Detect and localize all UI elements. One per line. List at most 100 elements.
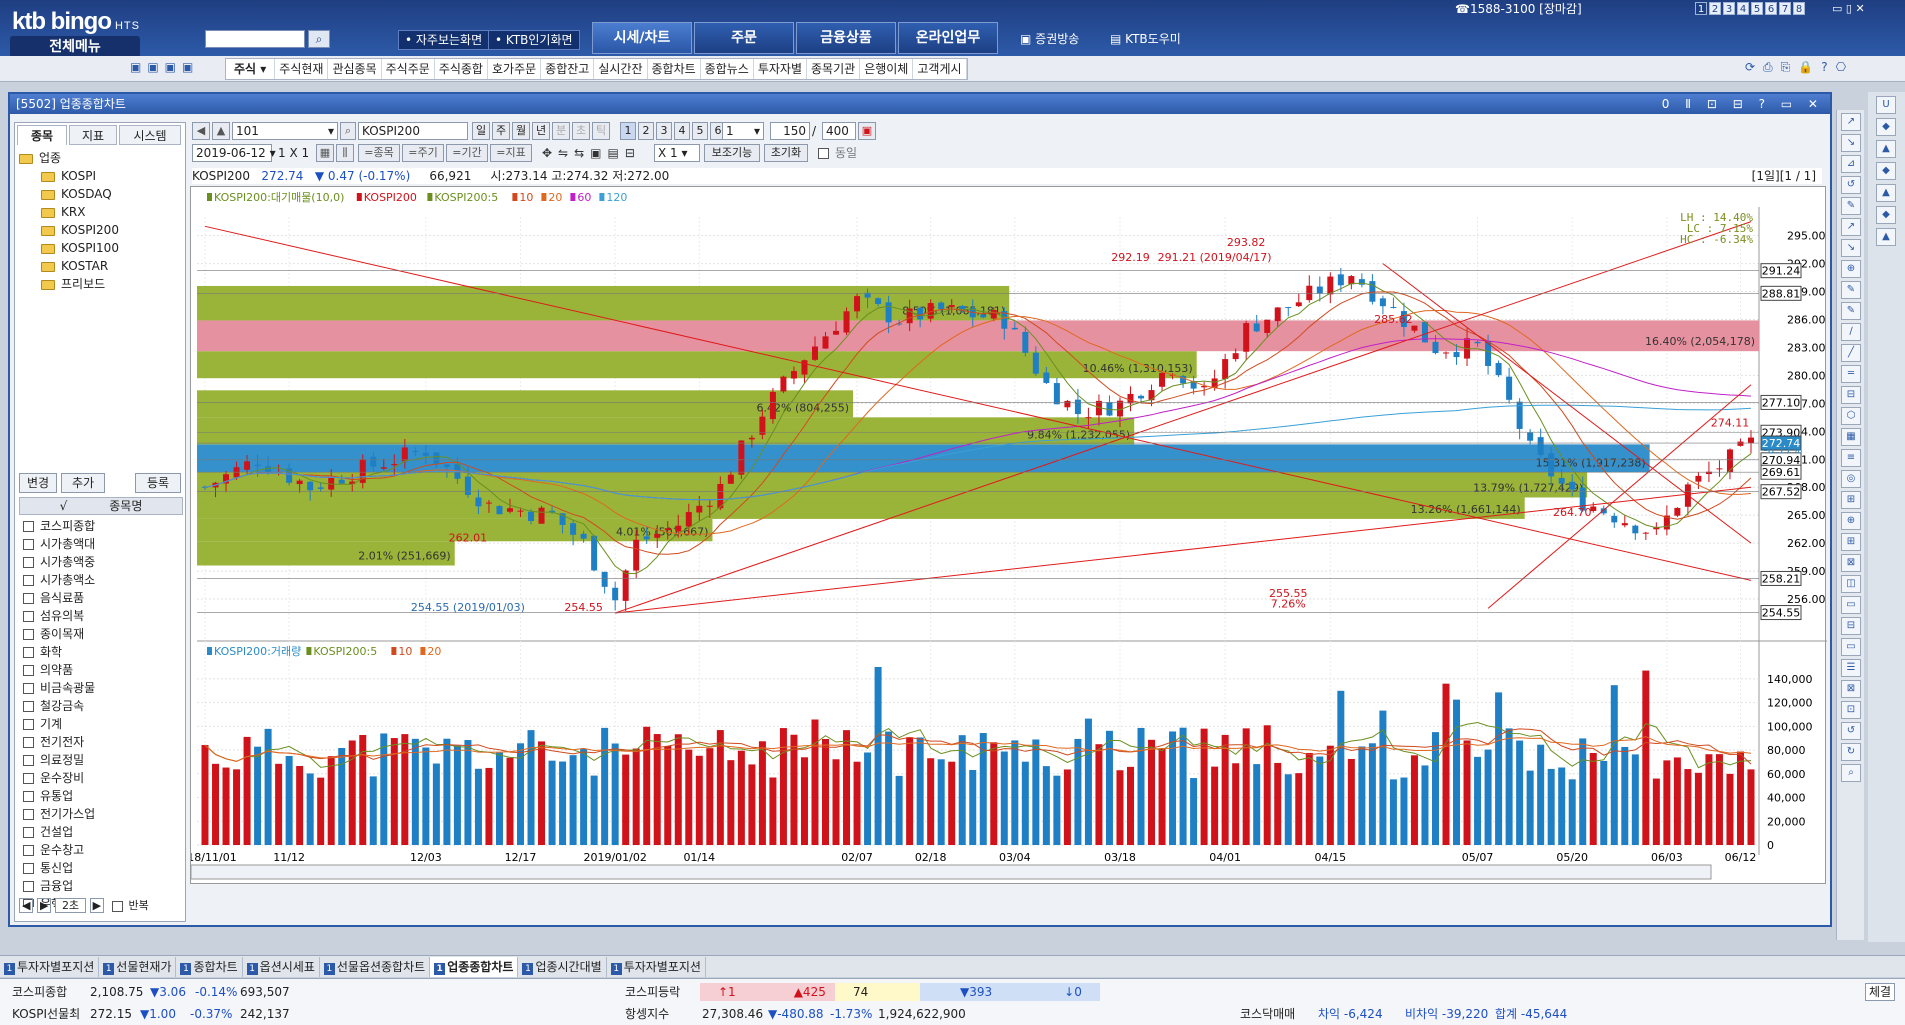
tree-folder[interactable]: KOSTAR bbox=[19, 257, 119, 275]
item-checkbox[interactable] bbox=[23, 845, 34, 856]
list-item[interactable]: 운수창고 bbox=[19, 841, 183, 859]
page-button-3[interactable]: 3 bbox=[1723, 2, 1735, 15]
screen-tab[interactable]: 1 종합차트 bbox=[176, 957, 243, 977]
tab-indicator[interactable]: 지표 bbox=[69, 125, 117, 145]
toolbar-right-icons[interactable]: ⟳⎙⎘🔒?⎔ bbox=[1745, 60, 1854, 75]
quick-item[interactable]: 주식 ▾ bbox=[226, 59, 276, 79]
tab-system[interactable]: 시스템 bbox=[119, 125, 181, 145]
period-button[interactable]: 초 bbox=[572, 122, 590, 140]
unit-button[interactable]: 4 bbox=[674, 122, 690, 140]
nav-tab-products[interactable]: 금융상품 bbox=[796, 22, 896, 54]
reset-button[interactable]: 초기화 bbox=[764, 144, 808, 162]
period-button[interactable]: 주 bbox=[492, 122, 510, 140]
drawing-tool-icon[interactable]: ▭ bbox=[1841, 596, 1861, 614]
item-checkbox[interactable] bbox=[23, 719, 34, 730]
list-item[interactable]: 기계 bbox=[19, 715, 183, 733]
search-icon[interactable]: ⌕ bbox=[308, 30, 330, 48]
tree-folder[interactable]: KOSPI bbox=[19, 167, 119, 185]
drawing-tool-icon[interactable]: ☰ bbox=[1841, 659, 1861, 677]
drawing-tool-icon[interactable]: ↺ bbox=[1841, 176, 1861, 194]
drawing-tool-icon[interactable]: ⊠ bbox=[1841, 554, 1861, 572]
list-item[interactable]: 시가총액중 bbox=[19, 553, 183, 571]
drawing-tool-icon[interactable]: ◫ bbox=[1841, 575, 1861, 593]
drawing-tool-icon[interactable]: ↘ bbox=[1841, 134, 1861, 152]
drawing-tool-icon[interactable]: ↺ bbox=[1841, 722, 1861, 740]
drawing-tool-icon[interactable]: ⊕ bbox=[1841, 512, 1861, 530]
period-button[interactable]: 월 bbox=[512, 122, 530, 140]
tree-folder[interactable]: 프리보드 bbox=[19, 275, 119, 293]
list-item[interactable]: 운수장비 bbox=[19, 769, 183, 787]
tree-root[interactable]: 업종 bbox=[19, 149, 119, 167]
drawing-tool-icon[interactable]: ▭ bbox=[1841, 638, 1861, 656]
repeat-checkbox[interactable] bbox=[111, 900, 123, 912]
search-icon[interactable]: ⌕ bbox=[340, 122, 356, 140]
prev-icon[interactable]: ◀ bbox=[19, 898, 34, 913]
list-item[interactable]: 유통업 bbox=[19, 787, 183, 805]
list-item[interactable]: 시가총액대 bbox=[19, 535, 183, 553]
item-checkbox[interactable] bbox=[23, 701, 34, 712]
code-input[interactable]: 101 ▾ bbox=[232, 122, 338, 140]
item-checkbox[interactable] bbox=[23, 863, 34, 874]
list-item[interactable]: 종이목재 bbox=[19, 625, 183, 643]
save-icon[interactable]: ▣ bbox=[858, 122, 876, 140]
tree-folder[interactable]: KOSPI200 bbox=[19, 221, 119, 239]
item-checkbox[interactable] bbox=[23, 737, 34, 748]
list-item[interactable]: 섬유의복 bbox=[19, 607, 183, 625]
drawing-tool-icon[interactable]: ⊡ bbox=[1841, 701, 1861, 719]
nav-tab-quote-chart[interactable]: 시세/차트 bbox=[592, 22, 692, 54]
drawing-tool-icon[interactable]: ═ bbox=[1841, 365, 1861, 383]
prev-stock-icon[interactable]: ◀ bbox=[192, 122, 210, 140]
page-button-4[interactable]: 4 bbox=[1737, 2, 1749, 15]
item-checkbox[interactable] bbox=[23, 575, 34, 586]
tab-stock[interactable]: 종목 bbox=[17, 125, 67, 145]
unit-button[interactable]: 5 bbox=[692, 122, 708, 140]
quick-item[interactable]: 관심종목 bbox=[328, 59, 382, 79]
list-item[interactable]: 코스피종합 bbox=[19, 517, 183, 535]
sync-check[interactable]: 동일 bbox=[814, 144, 857, 162]
item-checkbox[interactable] bbox=[23, 827, 34, 838]
sync-button[interactable]: =기간 bbox=[446, 144, 488, 162]
drawing-tool-icon[interactable]: ∕ bbox=[1841, 323, 1861, 341]
favorite-screens-button[interactable]: • 자주보는화면 bbox=[398, 30, 490, 50]
helper-link[interactable]: ▤ KTB도우미 bbox=[1110, 30, 1181, 47]
period-button[interactable]: 분 bbox=[552, 122, 570, 140]
side-tool-icon[interactable]: ◆ bbox=[1876, 206, 1896, 224]
register-button[interactable]: 등록 bbox=[135, 473, 181, 493]
drawing-tool-icon[interactable]: ↗ bbox=[1841, 113, 1861, 131]
quick-item[interactable]: 종합잔고 bbox=[541, 59, 595, 79]
item-checkbox[interactable] bbox=[23, 539, 34, 550]
sync-button[interactable]: =종목 bbox=[358, 144, 400, 162]
item-checkbox[interactable] bbox=[23, 683, 34, 694]
quick-item[interactable]: 투자자별 bbox=[754, 59, 808, 79]
item-checkbox[interactable] bbox=[23, 629, 34, 640]
side-tool-icon[interactable]: ▲ bbox=[1876, 140, 1896, 158]
drawing-tool-icon[interactable]: ↘ bbox=[1841, 239, 1861, 257]
sync-button[interactable]: =지표 bbox=[490, 144, 532, 162]
list-item[interactable]: 통신업 bbox=[19, 859, 183, 877]
bar-icon[interactable]: ⫼ bbox=[336, 144, 354, 162]
side-tool-icon[interactable]: ▲ bbox=[1876, 184, 1896, 202]
drawing-tool-icon[interactable]: ▦ bbox=[1841, 428, 1861, 446]
list-item[interactable]: 음식료품 bbox=[19, 589, 183, 607]
zoom-select[interactable]: X 1 ▾ bbox=[654, 144, 700, 162]
list-item[interactable]: 의약품 bbox=[19, 661, 183, 679]
list-item[interactable]: 전기전자 bbox=[19, 733, 183, 751]
page-button-6[interactable]: 6 bbox=[1765, 2, 1777, 15]
drawing-tool-icon[interactable]: ✎ bbox=[1841, 302, 1861, 320]
side-tool-icon[interactable]: ▲ bbox=[1876, 228, 1896, 246]
page-button-5[interactable]: 5 bbox=[1751, 2, 1763, 15]
screen-tab[interactable]: 1 선물옵션종합차트 bbox=[320, 957, 431, 977]
screen-tab[interactable]: 1 투자자별포지션 bbox=[0, 957, 100, 977]
item-checkbox[interactable] bbox=[23, 755, 34, 766]
page-button-1[interactable]: 1 bbox=[1695, 2, 1707, 15]
screen-tab[interactable]: 1 옵션시세표 bbox=[243, 957, 320, 977]
drawing-tool-icon[interactable]: ↻ bbox=[1841, 743, 1861, 761]
layout-label[interactable]: 1 X 1 bbox=[278, 144, 309, 162]
period-button[interactable]: 일 bbox=[472, 122, 490, 140]
item-checkbox[interactable] bbox=[23, 521, 34, 532]
item-checkbox[interactable] bbox=[23, 557, 34, 568]
drawing-tool-icon[interactable]: ⊞ bbox=[1841, 533, 1861, 551]
stock-select-icon[interactable]: ▲ bbox=[212, 122, 230, 140]
quick-item[interactable]: 호가주문 bbox=[488, 59, 542, 79]
side-tool-icon[interactable]: ◆ bbox=[1876, 162, 1896, 180]
